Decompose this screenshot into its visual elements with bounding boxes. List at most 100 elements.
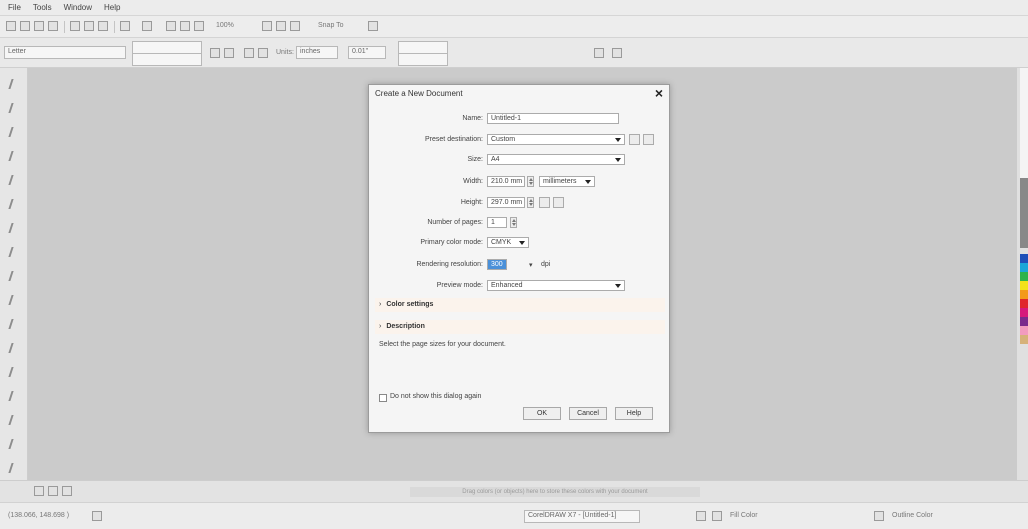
duplicate-distance-y[interactable] (398, 53, 448, 66)
resolution-arrow[interactable]: ▾ (529, 261, 533, 269)
height-field[interactable]: 297.0 mm (487, 197, 525, 208)
text-tool-icon[interactable] (7, 294, 21, 306)
cut-icon[interactable] (70, 21, 80, 31)
preview-mode-select[interactable]: Enhanced (487, 280, 625, 291)
preview-mode-label: Preview mode: (436, 282, 483, 289)
resolution-field[interactable]: 300 (487, 259, 507, 270)
artistic-media-tool-icon[interactable] (7, 198, 21, 210)
menu-bar: File Tools Window Help (0, 0, 1028, 16)
preset-destination-select[interactable]: Custom (487, 134, 625, 145)
coordinate-toggle-icon[interactable] (92, 511, 102, 521)
palette-swatch-purple[interactable] (1020, 317, 1028, 326)
grid-icon[interactable] (290, 21, 300, 31)
zoom-level[interactable]: 100% (216, 22, 234, 29)
save-icon[interactable] (34, 21, 44, 31)
portrait-orientation-icon[interactable] (539, 197, 550, 208)
remove-preset-icon[interactable] (643, 134, 654, 145)
paste-icon[interactable] (98, 21, 108, 31)
landscape-orientation-icon[interactable] (553, 197, 564, 208)
portrait-icon[interactable] (210, 48, 220, 58)
color-eyedropper-tool-icon[interactable] (7, 414, 21, 426)
palette-swatch-tan[interactable] (1020, 335, 1028, 344)
units-select[interactable]: millimeters (539, 176, 595, 187)
connector-tool-icon[interactable] (7, 342, 21, 354)
pages-spinner[interactable] (510, 217, 517, 228)
current-page-icon[interactable] (258, 48, 268, 58)
zoom-tool-icon[interactable] (7, 150, 21, 162)
palette-swatch-pink[interactable] (1020, 326, 1028, 335)
palette-swatch-cyan[interactable] (1020, 263, 1028, 272)
pick-tool-icon[interactable] (7, 78, 21, 90)
crop-tool-icon[interactable] (7, 126, 21, 138)
page-size-select[interactable]: Letter (4, 46, 126, 59)
freehand-tool-icon[interactable] (7, 174, 21, 186)
dialog-title: Create a New Document (375, 89, 463, 98)
width-field[interactable]: 210.0 mm (487, 176, 525, 187)
page-navigator-icon[interactable] (34, 486, 44, 496)
size-label: Size: (467, 156, 483, 163)
width-label: Width: (463, 178, 483, 185)
ellipse-tool-icon[interactable] (7, 246, 21, 258)
units-select[interactable]: inches (296, 46, 338, 59)
menu-file[interactable]: File (8, 3, 21, 12)
toolbar-divider (114, 21, 115, 33)
palette-swatch-yellow[interactable] (1020, 281, 1028, 290)
options-icon[interactable] (594, 48, 604, 58)
save-preset-icon[interactable] (629, 134, 640, 145)
menu-window[interactable]: Window (64, 3, 92, 12)
close-icon[interactable]: × (655, 85, 663, 101)
color-mode-select[interactable]: CMYK (487, 237, 529, 248)
collapse-icon: › (379, 323, 382, 330)
parallel-dimension-tool-icon[interactable] (7, 318, 21, 330)
dont-show-again-checkbox[interactable] (379, 394, 387, 402)
palette-swatch-orange[interactable] (1020, 290, 1028, 299)
import-icon[interactable] (180, 21, 190, 31)
width-spinner[interactable] (527, 176, 534, 187)
full-screen-icon[interactable] (262, 21, 272, 31)
cancel-button[interactable]: Cancel (569, 407, 607, 420)
all-pages-icon[interactable] (244, 48, 254, 58)
transparency-tool-icon[interactable] (7, 390, 21, 402)
page-height-input[interactable] (132, 53, 202, 66)
size-select[interactable]: A4 (487, 154, 625, 165)
palette-swatch-magenta[interactable] (1020, 308, 1028, 317)
palette-swatch-gray[interactable] (1020, 178, 1028, 248)
options-icon[interactable] (368, 21, 378, 31)
outline-icon (874, 511, 884, 521)
palette-options-icon[interactable] (62, 486, 72, 496)
redo-icon[interactable] (142, 21, 152, 31)
search-content-icon[interactable] (166, 21, 176, 31)
open-icon[interactable] (20, 21, 30, 31)
menu-help[interactable]: Help (104, 3, 120, 12)
smart-fill-tool-icon[interactable] (7, 462, 21, 474)
fill-color-label: Fill Color (730, 512, 758, 519)
print-icon[interactable] (48, 21, 58, 31)
description-section[interactable]: › Description (375, 320, 665, 334)
shape-tool-icon[interactable] (7, 102, 21, 114)
nudge-distance-input[interactable]: 0.01" (348, 46, 386, 59)
add-page-icon[interactable] (612, 48, 622, 58)
ok-button[interactable]: OK (523, 407, 561, 420)
rulers-icon[interactable] (276, 21, 286, 31)
name-field[interactable]: Untitled-1 (487, 113, 619, 124)
height-spinner[interactable] (527, 197, 534, 208)
drop-shadow-tool-icon[interactable] (7, 366, 21, 378)
palette-swatch-green[interactable] (1020, 272, 1028, 281)
copy-icon[interactable] (84, 21, 94, 31)
rectangle-tool-icon[interactable] (7, 222, 21, 234)
palette-swatch-white[interactable] (1020, 68, 1028, 178)
polygon-tool-icon[interactable] (7, 270, 21, 282)
eyedropper-icon[interactable] (48, 486, 58, 496)
palette-swatch-blue[interactable] (1020, 254, 1028, 263)
menu-tools[interactable]: Tools (33, 3, 52, 12)
interactive-fill-tool-icon[interactable] (7, 438, 21, 450)
new-document-icon[interactable] (6, 21, 16, 31)
snap-to-dropdown[interactable]: Snap To (318, 22, 344, 29)
export-icon[interactable] (194, 21, 204, 31)
palette-swatch-red[interactable] (1020, 299, 1028, 308)
color-settings-section[interactable]: › Color settings (375, 298, 665, 312)
pages-field[interactable]: 1 (487, 217, 507, 228)
undo-icon[interactable] (120, 21, 130, 31)
landscape-icon[interactable] (224, 48, 234, 58)
help-button[interactable]: Help (615, 407, 653, 420)
